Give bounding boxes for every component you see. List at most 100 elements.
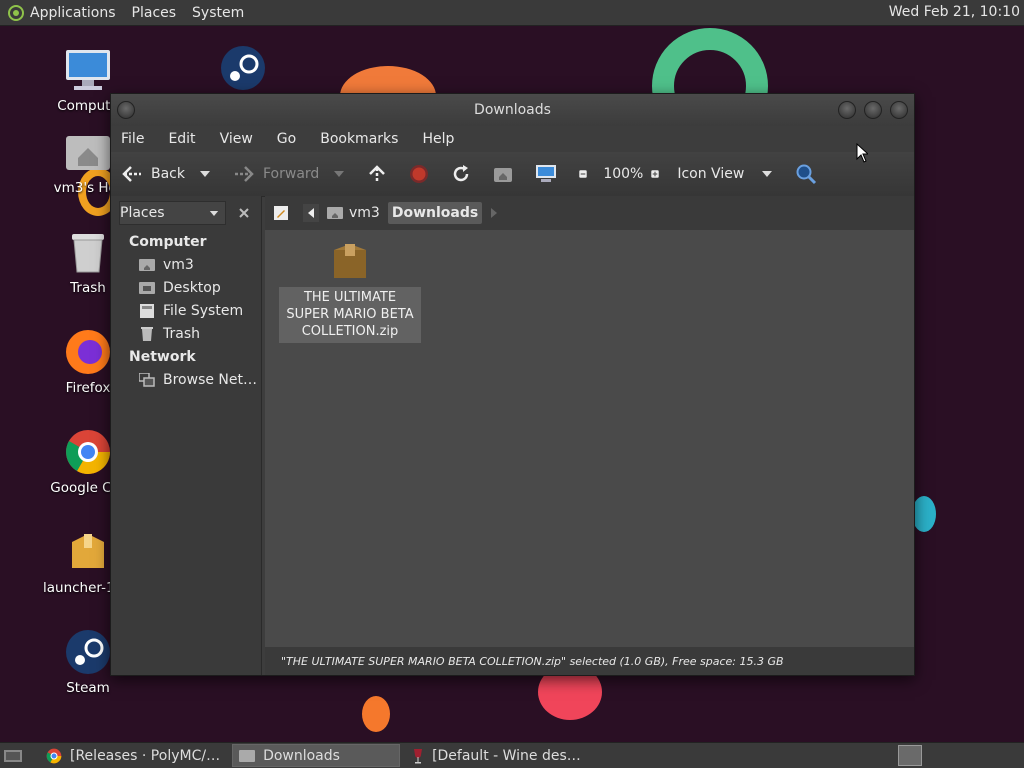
zoom-level[interactable]: 100%	[603, 166, 643, 182]
stop-button[interactable]	[409, 164, 437, 184]
sidebar-item-desktop[interactable]: Desktop	[111, 276, 261, 299]
mate-logo-icon[interactable]	[8, 4, 24, 21]
home-icon	[327, 207, 343, 219]
sidebar-group-network: Network	[129, 348, 196, 365]
breadcrumb-downloads[interactable]: Downloads	[387, 202, 483, 224]
maximize-button[interactable]	[864, 101, 882, 119]
reload-icon	[454, 165, 469, 182]
window-titlebar[interactable]: Downloads	[111, 94, 914, 126]
places-menu[interactable]: Places	[132, 5, 177, 21]
task-label: Downloads	[263, 747, 340, 764]
up-arrow-icon	[369, 165, 386, 182]
file-item[interactable]: THE ULTIMATE SUPER MARIO BETA COLLETION.…	[279, 240, 421, 343]
trash-icon	[141, 326, 153, 341]
menu-file[interactable]: File	[121, 131, 144, 147]
task-wine-desktop[interactable]: [Default - Wine des…	[406, 745, 587, 766]
chevron-right-icon	[491, 208, 498, 218]
task-label: [Default - Wine des…	[432, 747, 581, 764]
file-view[interactable]: THE ULTIMATE SUPER MARIO BETA COLLETION.…	[265, 230, 914, 647]
top-panel: Applications Places System Wed Feb 21, 1…	[0, 0, 1024, 26]
sidebar-selector-value: Places	[120, 205, 165, 221]
applications-menu[interactable]: Applications	[30, 5, 116, 21]
view-mode-select[interactable]: Icon View	[677, 166, 781, 182]
show-desktop-button[interactable]	[0, 745, 34, 766]
view-mode-value: Icon View	[677, 166, 745, 182]
panel-clock[interactable]: Wed Feb 21, 10:10	[889, 4, 1020, 20]
mouse-cursor-icon	[856, 143, 868, 163]
sidebar-item-vm3[interactable]: vm3	[111, 253, 261, 276]
sidebar-item-trash[interactable]: Trash	[111, 322, 261, 345]
zoom-out-icon	[579, 166, 595, 182]
back-button[interactable]: Back	[121, 164, 185, 184]
chevron-down-icon	[209, 211, 219, 216]
sidebar-item-label: Desktop	[163, 279, 221, 296]
file-manager-window: Downloads File Edit View Go Bookmarks He…	[110, 93, 915, 676]
network-icon	[139, 372, 155, 387]
back-history-dropdown[interactable]	[199, 170, 219, 178]
up-button[interactable]	[367, 164, 395, 184]
minimize-button[interactable]	[838, 101, 856, 119]
workspace-switcher[interactable]	[898, 745, 922, 766]
breadcrumb-vm3[interactable]: vm3	[323, 202, 384, 224]
task-label: [Releases · PolyMC/…	[70, 747, 221, 764]
chevron-down-icon	[334, 171, 345, 177]
breadcrumb-label: Downloads	[391, 205, 479, 221]
home-folder-icon	[494, 168, 513, 182]
toggle-location-entry[interactable]	[269, 202, 293, 224]
window-menu-button[interactable]	[117, 101, 135, 119]
back-arrow-icon	[122, 166, 141, 182]
forward-label: Forward	[263, 166, 320, 182]
forward-arrow-icon	[235, 166, 254, 182]
task-downloads[interactable]: Downloads	[232, 744, 401, 767]
menu-bookmarks[interactable]: Bookmarks	[320, 131, 398, 147]
menu-go[interactable]: Go	[277, 131, 296, 147]
desktop-icon-label: Steam	[66, 680, 110, 696]
location-bar: vm3 Downloads	[265, 196, 914, 230]
folder-icon	[239, 749, 256, 762]
zoom-in-button[interactable]	[651, 166, 667, 182]
bottom-panel: [Releases · PolyMC/… Downloads [Default …	[0, 742, 1024, 768]
home-button[interactable]	[493, 164, 521, 184]
toolbar: Back Forward 100% Icon View	[111, 152, 914, 197]
menu-edit[interactable]: Edit	[168, 131, 195, 147]
sidebar-item-label: vm3	[163, 256, 194, 273]
firefox-icon	[64, 328, 112, 376]
status-bar: "THE ULTIMATE SUPER MARIO BETA COLLETION…	[265, 647, 914, 675]
sidebar-item-filesystem[interactable]: File System	[111, 299, 261, 322]
file-name: THE ULTIMATE SUPER MARIO BETA COLLETION.…	[279, 287, 421, 343]
show-desktop-icon	[4, 749, 22, 762]
breadcrumb-label: vm3	[349, 205, 380, 221]
trash-icon	[64, 228, 112, 276]
steam-icon	[64, 628, 112, 676]
sidebar-item-browse-network[interactable]: Browse Net…	[111, 368, 261, 391]
computer-button[interactable]	[535, 164, 565, 184]
close-button[interactable]	[890, 101, 908, 119]
archive-icon	[334, 244, 366, 278]
places-sidebar: Places Computer vm3 Desktop File System …	[111, 196, 262, 675]
package-icon	[64, 528, 112, 576]
window-title: Downloads	[474, 102, 551, 118]
system-menu[interactable]: System	[192, 5, 244, 21]
desktop-icon-steam-top[interactable]	[198, 44, 288, 96]
sidebar-item-label: Trash	[163, 325, 200, 342]
sidebar-selector[interactable]: Places	[119, 201, 226, 225]
task-polymc-releases[interactable]: [Releases · PolyMC/…	[40, 745, 226, 766]
menubar: File Edit View Go Bookmarks Help	[111, 126, 914, 152]
chevron-down-icon	[762, 171, 773, 177]
forward-button[interactable]: Forward	[233, 164, 319, 184]
filesystem-icon	[140, 303, 154, 318]
breadcrumb-scroll-left[interactable]	[303, 204, 319, 222]
zoom-out-button[interactable]	[579, 166, 595, 182]
sidebar-header: Places	[111, 196, 261, 230]
menu-help[interactable]: Help	[422, 131, 454, 147]
chrome-icon	[46, 748, 62, 763]
menu-view[interactable]: View	[220, 131, 253, 147]
forward-history-dropdown[interactable]	[333, 170, 353, 178]
search-button[interactable]	[795, 163, 825, 185]
breadcrumb-scroll-right[interactable]	[486, 204, 502, 222]
close-sidebar-icon[interactable]	[238, 207, 250, 219]
desktop-folder-icon	[139, 281, 155, 294]
stop-icon	[410, 165, 429, 183]
edit-location-icon	[274, 206, 288, 220]
reload-button[interactable]	[451, 164, 479, 184]
